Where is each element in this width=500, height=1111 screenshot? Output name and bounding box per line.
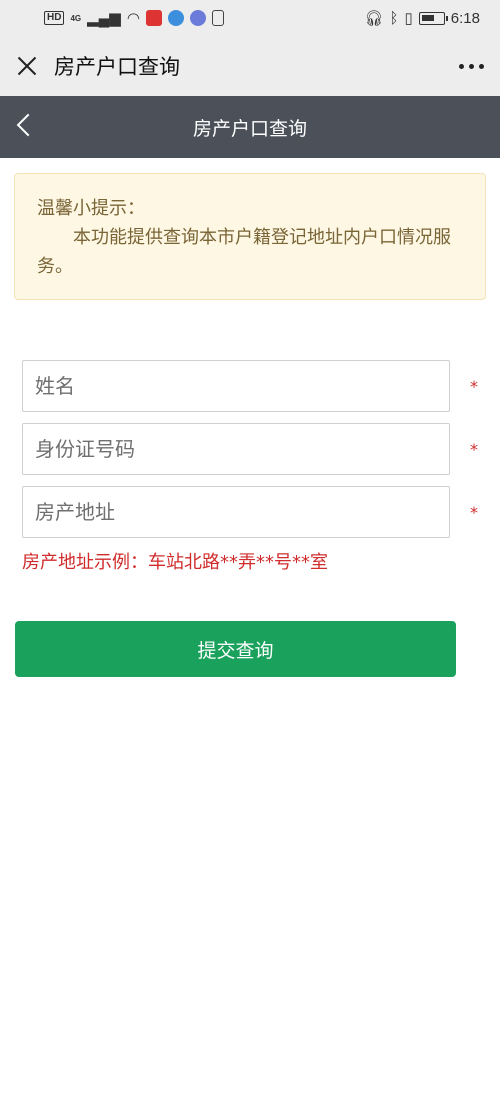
required-mark: * xyxy=(470,502,478,522)
page-title: 房产户口查询 xyxy=(192,117,307,140)
title-bar: 房产户口查询 xyxy=(0,36,500,96)
notice-box: 温馨小提示： 本功能提供查询本市户籍登记地址内户口情况服务。 xyxy=(14,173,486,300)
status-bar-left: HD 4G ▂▄▆ ◠ xyxy=(44,9,224,27)
bluetooth-icon: ᛒ xyxy=(389,9,399,27)
id-row: * xyxy=(22,423,478,475)
signal-icon: ▂▄▆ xyxy=(87,10,121,27)
battery-icon xyxy=(418,11,448,25)
headset-icon: 🎧︎ xyxy=(364,10,384,27)
close-icon[interactable] xyxy=(16,55,38,77)
id-number-input[interactable] xyxy=(22,423,450,475)
wifi-icon: ◠ xyxy=(126,10,140,27)
music-app-icon xyxy=(189,10,206,26)
status-bar-right: 🎧︎ ᛒ ▯ 6:18 xyxy=(364,9,480,28)
window-title: 房产户口查询 xyxy=(54,55,180,79)
notice-heading: 温馨小提示： xyxy=(37,198,145,219)
submit-query-button[interactable]: 提交查询 xyxy=(15,621,456,677)
bird-app-icon xyxy=(167,10,184,26)
status-bar: HD 4G ▂▄▆ ◠ 🎧︎ ᛒ ▯ 6:18 xyxy=(0,0,500,36)
name-input[interactable] xyxy=(22,360,450,412)
required-mark: * xyxy=(470,439,478,459)
required-mark: * xyxy=(470,376,478,396)
name-row: * xyxy=(22,360,478,412)
status-time: 6:18 xyxy=(450,9,480,27)
book-app-icon xyxy=(145,10,162,26)
hd-icon: HD xyxy=(44,11,65,25)
address-input[interactable] xyxy=(22,486,450,538)
notice-body: 本功能提供查询本市户籍登记地址内户口情况服务。 xyxy=(37,227,451,277)
address-row: * xyxy=(22,486,478,538)
address-hint: 房产地址示例：车站北路**弄**号**室 xyxy=(22,552,328,573)
back-icon[interactable] xyxy=(16,113,40,137)
vibrate-icon: ▯ xyxy=(404,10,413,27)
upload-icon xyxy=(211,10,224,26)
more-options-icon[interactable] xyxy=(459,63,484,69)
network-type-icon: 4G xyxy=(70,13,82,23)
page-header: 房产户口查询 xyxy=(0,96,500,158)
